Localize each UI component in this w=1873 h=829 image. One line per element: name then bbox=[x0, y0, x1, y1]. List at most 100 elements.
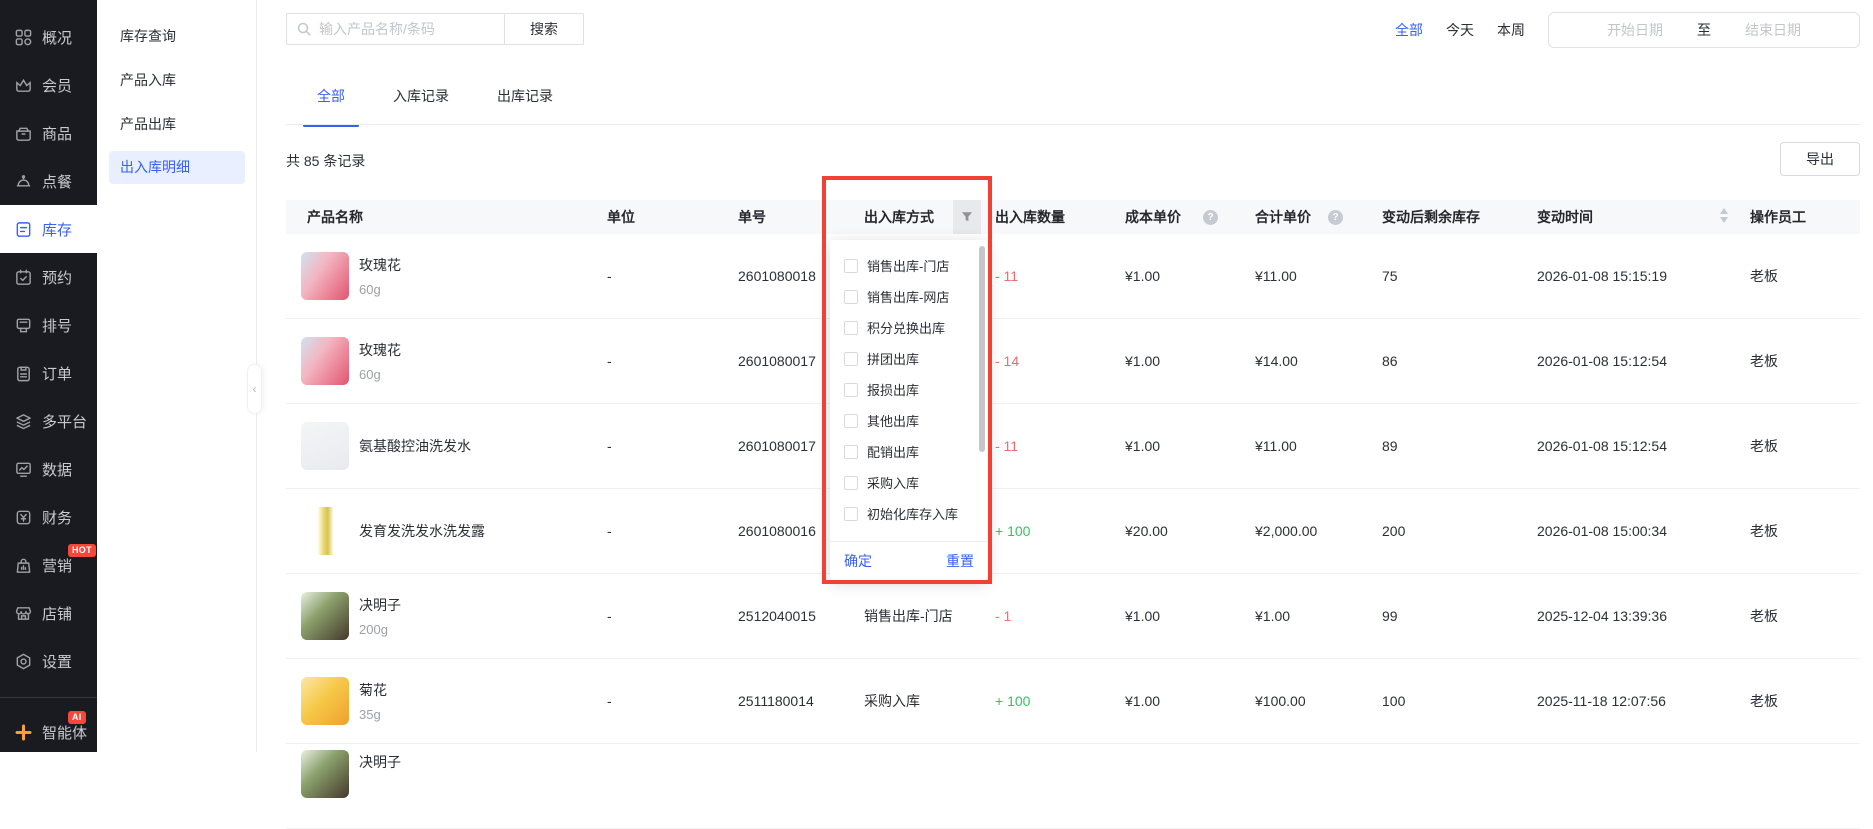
time-cell: 2026-01-08 15:12:54 bbox=[1537, 353, 1667, 369]
time-cell: 2025-12-04 13:39:36 bbox=[1537, 608, 1667, 624]
checkbox[interactable] bbox=[844, 258, 858, 273]
sidebar-item-7[interactable]: 订单 bbox=[0, 349, 97, 397]
date-range-picker[interactable]: 开始日期 至 结束日期 bbox=[1548, 12, 1860, 48]
sidebar-item-label: 概况 bbox=[42, 29, 73, 47]
quick-filter-all[interactable]: 全部 bbox=[1395, 20, 1423, 40]
sidebar-item-agent[interactable]: 智能体 AI bbox=[0, 708, 97, 756]
tab-1[interactable]: 入库记录 bbox=[379, 86, 463, 127]
sidebar-item-label: 点餐 bbox=[42, 173, 73, 191]
quick-filter-today[interactable]: 今天 bbox=[1446, 20, 1474, 40]
search-button[interactable]: 搜索 bbox=[504, 13, 584, 45]
search-input[interactable] bbox=[286, 13, 504, 45]
sidebar-item-label: 商品 bbox=[42, 125, 73, 143]
sidebar-item-4[interactable]: 库存 bbox=[0, 205, 97, 253]
checkbox[interactable] bbox=[844, 382, 858, 397]
sidebar-item-label: 数据 bbox=[42, 461, 73, 479]
record-tabs: 全部 入库记录 出库记录 bbox=[303, 86, 567, 127]
submenu-item-3[interactable]: 出入库明细 bbox=[109, 151, 245, 184]
primary-sidebar: 概况 会员 商品 点餐 库存 预约 排号 订单 多平台 数据 财务 营销 HOT 店铺 设置 智能体 AI bbox=[0, 0, 97, 752]
unit-cell: - bbox=[607, 693, 612, 709]
total-help-icon[interactable]: ? bbox=[1328, 210, 1343, 225]
sidebar-collapse-handle[interactable]: ‹ bbox=[247, 364, 262, 414]
checkbox[interactable] bbox=[844, 351, 858, 366]
sidebar-items: 概况会员商品点餐库存 预约排号订单 多平台数据财务 营销 HOT 店铺 设置 bbox=[0, 13, 97, 685]
filter-option-4[interactable]: 报损出库 bbox=[830, 374, 988, 405]
filter-option-6[interactable]: 配销出库 bbox=[830, 436, 988, 467]
product-name-cell: 菊花 35g bbox=[359, 680, 387, 722]
time-sort-control[interactable] bbox=[1720, 208, 1728, 223]
checkbox[interactable] bbox=[844, 289, 858, 304]
funnel-icon bbox=[962, 212, 972, 222]
filter-option-label: 采购入库 bbox=[867, 476, 920, 491]
sidebar-item-9[interactable]: 数据 bbox=[0, 445, 97, 493]
filter-reset-button[interactable]: 重置 bbox=[946, 551, 974, 571]
sidebar-item-3[interactable]: 点餐 bbox=[0, 157, 97, 205]
operator-cell: 老板 bbox=[1750, 608, 1778, 624]
remain-cell: 86 bbox=[1382, 353, 1398, 369]
checkbox[interactable] bbox=[844, 475, 858, 490]
chevron-left-icon: ‹ bbox=[252, 382, 257, 396]
sidebar-item-13[interactable]: 设置 bbox=[0, 637, 97, 685]
sidebar-item-0[interactable]: 概况 bbox=[0, 13, 97, 61]
total-cell: ¥14.00 bbox=[1255, 353, 1298, 369]
filter-option-0[interactable]: 销售出库-门店 bbox=[830, 250, 988, 281]
sidebar-item-12[interactable]: 店铺 bbox=[0, 589, 97, 637]
quick-filter-week[interactable]: 本周 bbox=[1497, 20, 1525, 40]
sidebar-item-2[interactable]: 商品 bbox=[0, 109, 97, 157]
quantity-cell: - 11 bbox=[995, 438, 1019, 454]
filter-option-8[interactable]: 初始化库存入库 bbox=[830, 498, 988, 529]
sidebar-item-label: 排号 bbox=[42, 317, 73, 335]
sidebar-item-10[interactable]: 财务 bbox=[0, 493, 97, 541]
column-header-4: 出入库数量 bbox=[995, 209, 1065, 225]
remain-cell: 89 bbox=[1382, 438, 1398, 454]
filter-option-label: 报损出库 bbox=[867, 383, 920, 398]
order-no-cell: 2601080017 bbox=[738, 438, 816, 454]
submenu-item-1[interactable]: 产品入库 bbox=[109, 64, 245, 97]
filter-option-3[interactable]: 拼团出库 bbox=[830, 343, 988, 374]
total-cell: ¥100.00 bbox=[1255, 693, 1306, 709]
unit-cell: - bbox=[607, 268, 612, 284]
filter-option-5[interactable]: 其他出库 bbox=[830, 405, 988, 436]
product-image bbox=[301, 677, 349, 725]
operator-cell: 老板 bbox=[1750, 523, 1778, 539]
crown-icon bbox=[14, 76, 33, 95]
sidebar-divider bbox=[0, 697, 97, 698]
product-image bbox=[301, 252, 349, 300]
tab-2[interactable]: 出库记录 bbox=[483, 86, 567, 127]
filter-confirm-button[interactable]: 确定 bbox=[844, 551, 872, 571]
sidebar-item-6[interactable]: 排号 bbox=[0, 301, 97, 349]
submenu-item-2[interactable]: 产品出库 bbox=[109, 108, 245, 141]
filter-option-label: 配销出库 bbox=[867, 445, 920, 460]
filter-option-label: 拼团出库 bbox=[867, 352, 920, 367]
checkbox[interactable] bbox=[844, 506, 858, 521]
filter-option-7[interactable]: 采购入库 bbox=[830, 467, 988, 498]
checkbox[interactable] bbox=[844, 320, 858, 335]
quantity-cell: - 11 bbox=[995, 268, 1019, 284]
finance-yuan-icon bbox=[14, 508, 33, 527]
tab-0[interactable]: 全部 bbox=[303, 86, 359, 127]
sidebar-item-11[interactable]: 营销 HOT bbox=[0, 541, 97, 589]
remain-cell: 100 bbox=[1382, 693, 1406, 709]
operator-cell: 老板 bbox=[1750, 268, 1778, 284]
checkbox[interactable] bbox=[844, 444, 858, 459]
sidebar-item-5[interactable]: 预约 bbox=[0, 253, 97, 301]
record-count: 共 85 条记录 bbox=[286, 153, 366, 169]
cost-cell: ¥1.00 bbox=[1125, 438, 1161, 454]
filter-option-1[interactable]: 销售出库-网店 bbox=[830, 281, 988, 312]
unit-cell: - bbox=[607, 438, 612, 454]
sidebar-item-1[interactable]: 会员 bbox=[0, 61, 97, 109]
order-no-cell: 2601080016 bbox=[738, 523, 816, 539]
dish-icon bbox=[14, 172, 33, 191]
cost-help-icon[interactable]: ? bbox=[1203, 210, 1218, 225]
unit-cell: - bbox=[607, 523, 612, 539]
submenu-item-0[interactable]: 库存查询 bbox=[109, 20, 245, 53]
dropdown-scrollbar[interactable] bbox=[979, 246, 985, 452]
export-button[interactable]: 导出 bbox=[1780, 142, 1860, 176]
product-name: 发育发洗发水洗发露 bbox=[359, 523, 485, 539]
method-filter-dropdown: 销售出库-门店 销售出库-网店 积分兑换出库拼团出库报损出库其他出库配销出库采购入库… bbox=[830, 240, 988, 580]
checkbox[interactable] bbox=[844, 413, 858, 428]
method-filter-button[interactable] bbox=[953, 200, 981, 234]
sidebar-item-8[interactable]: 多平台 bbox=[0, 397, 97, 445]
clipboard-icon bbox=[14, 364, 33, 383]
filter-option-2[interactable]: 积分兑换出库 bbox=[830, 312, 988, 343]
